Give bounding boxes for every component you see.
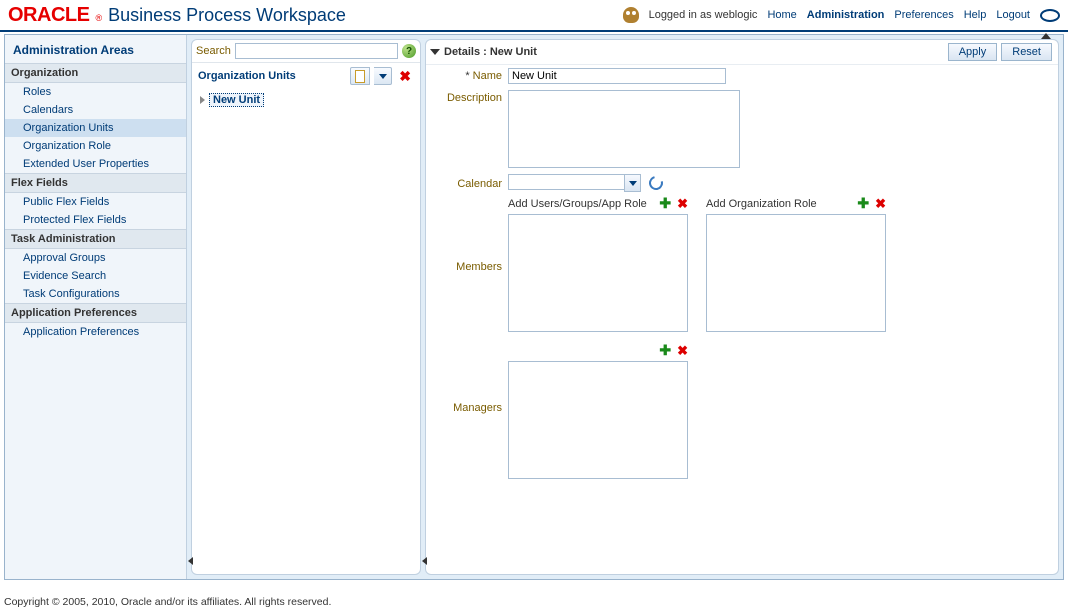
add-users-listbox[interactable] <box>508 214 688 332</box>
brand-oracle: ORACLE <box>8 4 89 27</box>
tree-node-new-unit[interactable]: New Unit <box>200 93 412 107</box>
administration-link[interactable]: Administration <box>807 9 885 21</box>
sidebar-item-public-flex-fields[interactable]: Public Flex Fields <box>5 193 186 211</box>
org-units-tree: New Unit <box>192 89 420 111</box>
sidebar-title: Administration Areas <box>5 39 186 63</box>
detail-header: Details : New Unit Apply Reset <box>426 40 1058 65</box>
add-users-block: Add Users/Groups/App Role ✚ ✖ <box>508 195 688 332</box>
managers-block: ✚ ✖ <box>508 336 688 479</box>
top-bar: ORACLE ® Business Process Workspace Logge… <box>0 0 1068 32</box>
delete-unit-button[interactable]: ✖ <box>396 68 414 85</box>
brand-workspace: Business Process Workspace <box>108 5 346 26</box>
reset-button[interactable]: Reset <box>1001 43 1052 61</box>
calendar-combo <box>508 174 641 192</box>
logged-in-text: Logged in as weblogic <box>649 9 758 21</box>
sidebar-item-protected-flex-fields[interactable]: Protected Flex Fields <box>5 211 186 229</box>
sidebar-group-flex-fields[interactable]: Flex Fields <box>5 173 186 193</box>
name-label-text: Name <box>473 70 502 82</box>
chevron-down-icon <box>629 181 637 186</box>
new-document-icon <box>355 70 365 83</box>
sidebar-item-calendars[interactable]: Calendars <box>5 101 186 119</box>
add-orgrole-header: Add Organization Role ✚ ✖ <box>706 195 886 212</box>
calendar-dropdown-button[interactable] <box>624 174 641 192</box>
sidebar-item-extended-user-properties[interactable]: Extended User Properties <box>5 155 186 173</box>
add-orgrole-block: Add Organization Role ✚ ✖ <box>706 195 886 332</box>
add-users-plus-button[interactable]: ✚ <box>659 195 671 212</box>
description-input[interactable] <box>508 90 740 168</box>
apply-button[interactable]: Apply <box>948 43 998 61</box>
splitter-handle-icon[interactable] <box>188 554 194 568</box>
brand-oval-icon <box>1040 9 1060 22</box>
managers-remove-button[interactable]: ✖ <box>677 343 688 359</box>
brand: ORACLE ® Business Process Workspace <box>8 4 346 27</box>
add-orgrole-plus-button[interactable]: ✚ <box>857 195 869 212</box>
add-orgrole-remove-button[interactable]: ✖ <box>875 196 886 212</box>
detail-panel: Details : New Unit Apply Reset * Name De… <box>425 39 1059 575</box>
search-bar: Search ? <box>192 40 420 63</box>
new-unit-button[interactable] <box>350 67 370 85</box>
sidebar-item-application-preferences[interactable]: Application Preferences <box>5 323 186 341</box>
search-input[interactable] <box>235 43 398 59</box>
user-icon <box>623 7 639 23</box>
add-users-header: Add Users/Groups/App Role ✚ ✖ <box>508 195 688 212</box>
preferences-link[interactable]: Preferences <box>894 9 953 21</box>
logout-link[interactable]: Logout <box>996 9 1030 21</box>
managers-header: ✚ ✖ <box>508 342 688 359</box>
new-unit-dropdown[interactable] <box>374 67 392 85</box>
tree-label-new-unit[interactable]: New Unit <box>209 93 264 107</box>
refresh-icon[interactable] <box>646 173 665 192</box>
admin-sidebar: Administration Areas Organization Roles … <box>5 35 187 579</box>
main-area: Administration Areas Organization Roles … <box>4 34 1064 580</box>
members-label: Members <box>434 261 508 273</box>
calendar-input[interactable] <box>508 174 624 190</box>
tree-expand-icon[interactable] <box>200 96 205 104</box>
description-row: Description <box>426 87 1058 171</box>
chevron-down-icon <box>379 74 387 79</box>
name-label: * Name <box>434 68 508 82</box>
help-link[interactable]: Help <box>964 9 987 21</box>
managers-label: Managers <box>434 402 508 414</box>
sidebar-group-application-preferences[interactable]: Application Preferences <box>5 303 186 323</box>
managers-block-wrap: ✚ ✖ <box>426 336 1058 479</box>
org-units-header: Organization Units ✖ <box>192 63 420 89</box>
sidebar-item-organization-units[interactable]: Organization Units <box>5 119 186 137</box>
org-units-title: Organization Units <box>198 70 346 82</box>
org-units-panel: Search ? Organization Units ✖ New Unit <box>191 39 421 575</box>
name-input[interactable] <box>508 68 726 84</box>
sidebar-item-task-configurations[interactable]: Task Configurations <box>5 285 186 303</box>
add-users-remove-button[interactable]: ✖ <box>677 196 688 212</box>
managers-listbox[interactable] <box>508 361 688 479</box>
detail-title: Details : New Unit <box>444 46 944 58</box>
help-icon[interactable]: ? <box>402 44 416 58</box>
footer-copyright: Copyright © 2005, 2010, Oracle and/or it… <box>4 596 331 608</box>
sidebar-item-evidence-search[interactable]: Evidence Search <box>5 267 186 285</box>
description-label: Description <box>434 90 508 104</box>
sidebar-item-approval-groups[interactable]: Approval Groups <box>5 249 186 267</box>
name-row: * Name <box>426 65 1058 87</box>
disclosure-arrow-icon[interactable] <box>430 49 440 55</box>
search-label: Search <box>196 45 231 57</box>
home-link[interactable]: Home <box>767 9 796 21</box>
add-orgrole-label: Add Organization Role <box>706 198 817 210</box>
add-orgrole-listbox[interactable] <box>706 214 886 332</box>
members-dual: Add Users/Groups/App Role ✚ ✖ Add Organi… <box>426 195 1058 332</box>
calendar-label: Calendar <box>434 176 508 190</box>
managers-plus-button[interactable]: ✚ <box>659 342 671 359</box>
top-links: Logged in as weblogic Home Administratio… <box>623 7 1060 23</box>
sidebar-item-organization-role[interactable]: Organization Role <box>5 137 186 155</box>
splitter-handle-icon[interactable] <box>422 554 428 568</box>
brand-reg: ® <box>95 13 102 23</box>
sidebar-item-roles[interactable]: Roles <box>5 83 186 101</box>
sidebar-group-organization[interactable]: Organization <box>5 63 186 83</box>
add-users-label: Add Users/Groups/App Role <box>508 198 647 210</box>
calendar-row: Calendar <box>426 171 1058 195</box>
sidebar-group-task-administration[interactable]: Task Administration <box>5 229 186 249</box>
